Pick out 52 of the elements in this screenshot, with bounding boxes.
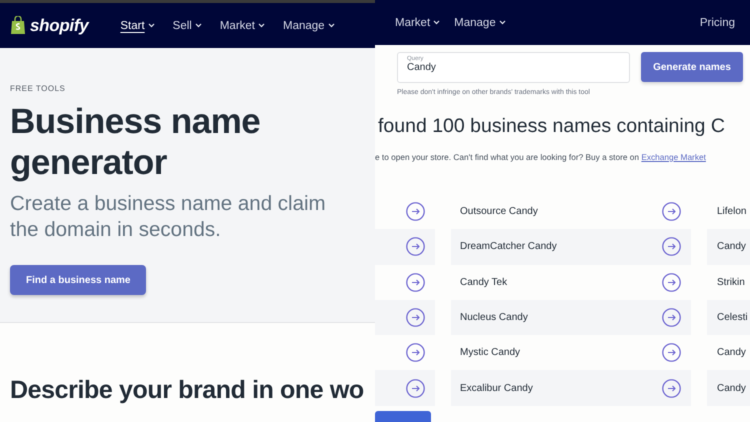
chevron-down-icon: [498, 20, 506, 25]
arrow-right-icon[interactable]: [662, 378, 681, 398]
name-row[interactable]: Mystic Candy: [451, 335, 691, 370]
name-row[interactable]: Excalibur Candy: [451, 370, 691, 406]
arrow-right-icon[interactable]: [406, 272, 425, 292]
results-description: e to open your store. Can't find what you are looking for? Buy a store on: [375, 152, 640, 162]
arrow-right-icon[interactable]: [406, 378, 425, 398]
name-row[interactable]: Candy: [707, 229, 750, 265]
chevron-down-icon: [258, 23, 265, 28]
arrow-right-icon[interactable]: [406, 343, 425, 362]
name-row[interactable]: Nucleus Candy: [451, 300, 691, 336]
logo-wordmark[interactable]: shopify: [30, 16, 88, 36]
name-row[interactable]: [375, 370, 435, 406]
arrow-right-icon[interactable]: [662, 272, 681, 292]
name-row[interactable]: Strikin: [707, 264, 750, 300]
results-heading: found 100 business names containing C: [378, 115, 726, 138]
arrow-right-icon[interactable]: [662, 237, 681, 256]
pricing-link[interactable]: Pricing: [700, 16, 735, 28]
find-name-button[interactable]: Find a business name: [10, 265, 146, 295]
page-title: Business name generator: [10, 101, 262, 183]
name-row[interactable]: Outsource Candy: [451, 194, 691, 230]
name-row[interactable]: Candy: [707, 335, 750, 370]
arrow-right-icon[interactable]: [406, 308, 425, 328]
name-row[interactable]: Lifelon: [707, 194, 750, 230]
chevron-down-icon: [433, 20, 440, 25]
eyebrow-label: FREE TOOLS: [10, 84, 66, 93]
name-row[interactable]: DreamCatcher Candy: [451, 229, 691, 265]
name-row[interactable]: [375, 300, 435, 336]
arrow-right-icon[interactable]: [406, 237, 425, 256]
nav-menu-item[interactable]: Market: [220, 20, 265, 32]
page-subtitle: Create a business name and claim the domain in seconds.: [10, 191, 327, 243]
arrow-right-icon[interactable]: [662, 343, 681, 362]
chevron-down-icon: [328, 23, 335, 28]
arrow-right-icon[interactable]: [406, 202, 425, 222]
chevron-down-icon: [194, 23, 202, 28]
nav-menu-item[interactable]: Sell: [172, 20, 202, 32]
section-heading: Describe your brand in one wo: [10, 375, 364, 406]
query-input[interactable]: Candy: [407, 62, 620, 73]
arrow-right-icon[interactable]: [662, 308, 681, 328]
name-row[interactable]: Candy Tek: [451, 264, 691, 300]
generate-names-button[interactable]: Generate names: [641, 52, 743, 82]
exchange-link[interactable]: Exchange Market: [641, 152, 706, 162]
chevron-down-icon: [148, 23, 155, 28]
nav-menu-item[interactable]: Start: [120, 20, 155, 32]
shopping-bag-icon: [10, 16, 26, 35]
name-row[interactable]: [375, 229, 435, 265]
nav-menu-item[interactable]: Market: [395, 16, 440, 28]
arrow-right-icon[interactable]: [662, 202, 681, 222]
nav-menu-item[interactable]: Manage: [454, 16, 506, 28]
name-row[interactable]: Candy: [707, 370, 750, 406]
name-row[interactable]: Celesti: [707, 300, 750, 336]
nav-menu-item[interactable]: Manage: [283, 20, 335, 32]
